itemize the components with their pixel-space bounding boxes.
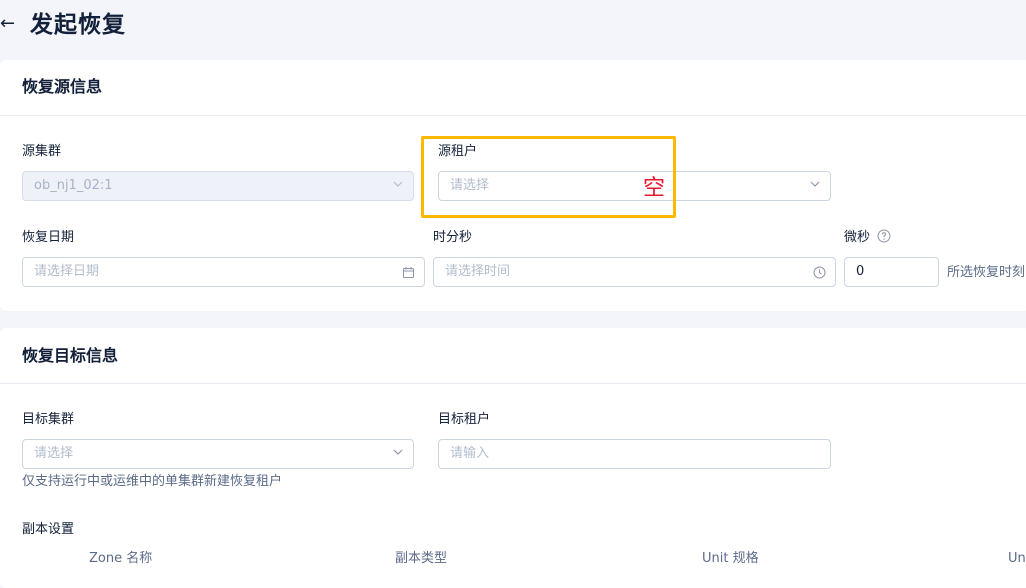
column-header-unit-count: Un xyxy=(1008,551,1026,566)
column-header-unit-spec: Unit 规格 xyxy=(702,551,759,566)
page-title: 发起恢复 xyxy=(30,12,126,38)
microsecond-label-text: 微秒 xyxy=(844,230,871,245)
calendar-icon xyxy=(402,258,415,286)
column-header-replica-type: 副本类型 xyxy=(395,551,448,566)
back-arrow-icon[interactable]: ← xyxy=(0,13,15,35)
target-cluster-label: 目标集群 xyxy=(22,412,75,427)
target-cluster-help: 仅支持运行中或运维中的单集群新建恢复租户 xyxy=(22,474,283,489)
restore-date-label: 恢复日期 xyxy=(22,230,75,245)
restore-date-picker[interactable]: 请选择日期 xyxy=(22,257,425,287)
clock-icon xyxy=(813,258,826,286)
target-tenant-input[interactable]: 请输入 xyxy=(438,439,831,469)
question-circle-icon[interactable] xyxy=(877,229,891,249)
source-cluster-value: ob_nj1_02:1 xyxy=(34,178,113,193)
chevron-down-icon xyxy=(392,172,404,200)
microsecond-input[interactable]: 0 xyxy=(844,257,939,287)
microsecond-value: 0 xyxy=(856,264,865,279)
restore-time-picker[interactable]: 请选择时间 xyxy=(433,257,836,287)
target-tenant-placeholder: 请输入 xyxy=(450,446,490,461)
chevron-down-icon xyxy=(809,172,821,200)
target-cluster-placeholder: 请选择 xyxy=(34,446,74,461)
target-section-title: 恢复目标信息 xyxy=(22,346,119,365)
restore-time-label: 时分秒 xyxy=(433,230,473,245)
target-cluster-select[interactable]: 请选择 xyxy=(22,439,414,469)
replica-settings-label: 副本设置 xyxy=(22,522,75,537)
target-section-divider xyxy=(0,383,1026,384)
source-cluster-select: ob_nj1_02:1 xyxy=(22,171,414,201)
annotation-highlight-box xyxy=(421,136,676,218)
source-cluster-label: 源集群 xyxy=(22,144,62,159)
chevron-down-icon xyxy=(392,440,404,468)
source-section-title: 恢复源信息 xyxy=(22,77,103,96)
target-tenant-label: 目标租户 xyxy=(438,412,491,427)
microsecond-hint: 所选恢复时刻 xyxy=(947,265,1026,280)
source-section-divider xyxy=(0,115,1026,116)
column-header-zone: Zone 名称 xyxy=(89,551,153,566)
restore-time-placeholder: 请选择时间 xyxy=(445,264,511,279)
microsecond-label: 微秒 xyxy=(844,229,891,249)
annotation-empty-mark: 空 xyxy=(643,176,666,201)
restore-date-placeholder: 请选择日期 xyxy=(34,264,100,279)
